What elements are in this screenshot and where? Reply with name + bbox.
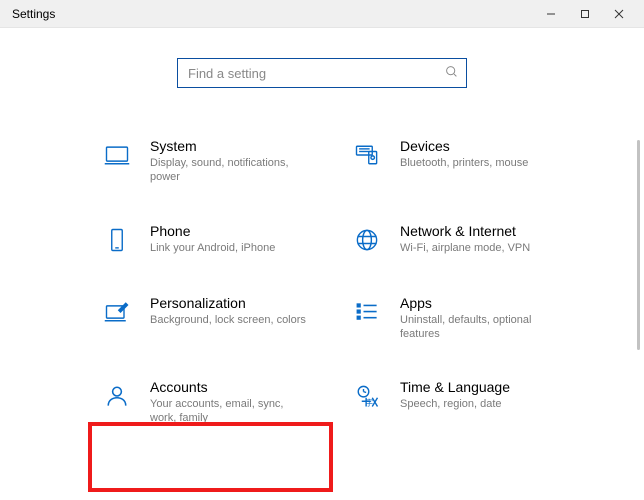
category-title: Phone [150,223,275,239]
category-accounts[interactable]: Accounts Your accounts, email, sync, wor… [100,379,330,426]
search-box[interactable] [177,58,467,88]
category-apps[interactable]: Apps Uninstall, defaults, optional featu… [350,295,580,342]
system-icon [100,138,134,172]
network-icon [350,223,384,257]
titlebar: Settings [0,0,644,28]
category-title: Devices [400,138,528,154]
search-input[interactable] [186,65,445,82]
apps-icon [350,295,384,329]
category-title: System [150,138,310,154]
window-buttons [534,0,636,28]
category-title: Network & Internet [400,223,530,239]
category-time-language[interactable]: 字 Time & Language Speech, region, date [350,379,580,426]
category-desc: Background, lock screen, colors [150,313,306,327]
category-devices[interactable]: Devices Bluetooth, printers, mouse [350,138,580,185]
category-system[interactable]: System Display, sound, notifications, po… [100,138,330,185]
minimize-icon [546,9,556,19]
search-icon [445,65,458,81]
scrollbar[interactable] [637,140,640,350]
maximize-button[interactable] [568,0,602,28]
category-phone[interactable]: Phone Link your Android, iPhone [100,223,330,257]
accounts-icon [100,379,134,413]
category-title: Personalization [150,295,306,311]
minimize-button[interactable] [534,0,568,28]
devices-icon [350,138,384,172]
highlight-box [88,422,333,492]
maximize-icon [580,9,590,19]
category-desc: Uninstall, defaults, optional features [400,313,560,342]
categories-grid: System Display, sound, notifications, po… [100,138,580,426]
category-network[interactable]: Network & Internet Wi-Fi, airplane mode,… [350,223,580,257]
time-language-icon: 字 [350,379,384,413]
svg-text:字: 字 [365,398,373,408]
window-title: Settings [12,7,55,21]
category-desc: Wi-Fi, airplane mode, VPN [400,241,530,255]
close-icon [614,9,624,19]
close-button[interactable] [602,0,636,28]
category-desc: Bluetooth, printers, mouse [400,156,528,170]
phone-icon [100,223,134,257]
category-title: Accounts [150,379,310,395]
content: System Display, sound, notifications, po… [0,28,644,426]
category-desc: Speech, region, date [400,397,510,411]
category-title: Apps [400,295,560,311]
category-desc: Display, sound, notifications, power [150,156,310,185]
category-personalization[interactable]: Personalization Background, lock screen,… [100,295,330,342]
personalization-icon [100,295,134,329]
category-title: Time & Language [400,379,510,395]
category-desc: Your accounts, email, sync, work, family [150,397,310,426]
category-desc: Link your Android, iPhone [150,241,275,255]
